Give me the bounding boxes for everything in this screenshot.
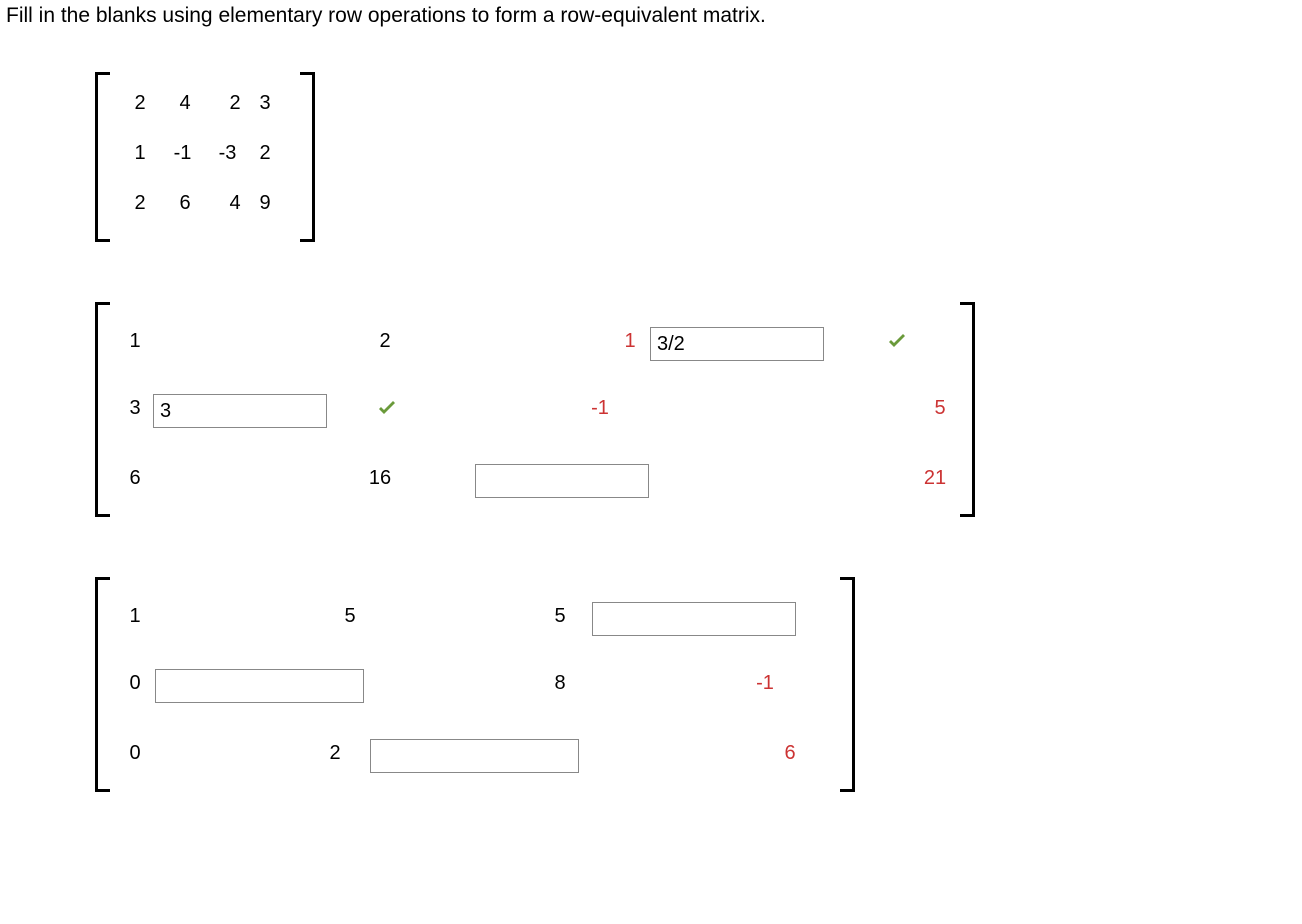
m2-r3c2: 16 xyxy=(360,467,400,490)
m3-r1c4-input[interactable] xyxy=(592,602,796,636)
m2-r3c1: 6 xyxy=(120,467,150,490)
m2-r1c1: 1 xyxy=(120,330,150,353)
matrix-2: 1 2 1 3 -1 5 6 16 21 xyxy=(95,302,975,517)
m3-r3c1: 0 xyxy=(120,742,150,765)
m3-r2c1: 0 xyxy=(120,672,150,695)
m2-r2c3: -1 xyxy=(580,397,620,420)
m2-r2c4: 5 xyxy=(925,397,955,420)
m3-r1c1: 1 xyxy=(120,605,150,628)
m1-r1c2: 4 xyxy=(170,92,200,115)
m3-r2c2-input[interactable] xyxy=(155,669,364,703)
m2-r1c4-input[interactable] xyxy=(650,327,824,361)
m3-r3c3-input[interactable] xyxy=(370,739,579,773)
matrix-3: 1 5 5 0 8 -1 0 2 6 xyxy=(95,577,855,792)
m1-r3c1: 2 xyxy=(125,192,155,215)
m2-r1c2: 2 xyxy=(370,330,400,353)
m1-r1c4: 3 xyxy=(250,92,280,115)
m3-r2c3: 8 xyxy=(545,672,575,695)
m2-r2c2-input[interactable] xyxy=(153,394,327,428)
m2-r2c1: 3 xyxy=(120,397,150,420)
m3-r1c3: 5 xyxy=(545,605,575,628)
m2-r3c3-input[interactable] xyxy=(475,464,649,498)
m1-r3c4: 9 xyxy=(250,192,280,215)
m1-r1c3: 2 xyxy=(220,92,250,115)
m1-r2c3: -3 xyxy=(210,142,245,165)
m1-r1c1: 2 xyxy=(125,92,155,115)
m1-r2c4: 2 xyxy=(250,142,280,165)
m1-r3c2: 6 xyxy=(170,192,200,215)
m3-r1c2: 5 xyxy=(335,605,365,628)
m2-r1c3: 1 xyxy=(615,330,645,353)
matrix-1: 2 4 2 3 1 -1 -3 2 2 6 4 9 xyxy=(95,72,315,242)
m3-r2c4: -1 xyxy=(745,672,785,695)
m1-r2c2: -1 xyxy=(165,142,200,165)
m1-r2c1: 1 xyxy=(125,142,155,165)
instruction-text: Fill in the blanks using elementary row … xyxy=(0,0,1302,32)
m1-r3c3: 4 xyxy=(220,192,250,215)
m3-r3c4: 6 xyxy=(775,742,805,765)
m2-r3c4: 21 xyxy=(915,467,955,490)
check-icon xyxy=(375,397,399,421)
check-icon xyxy=(885,330,909,354)
m3-r3c2: 2 xyxy=(320,742,350,765)
